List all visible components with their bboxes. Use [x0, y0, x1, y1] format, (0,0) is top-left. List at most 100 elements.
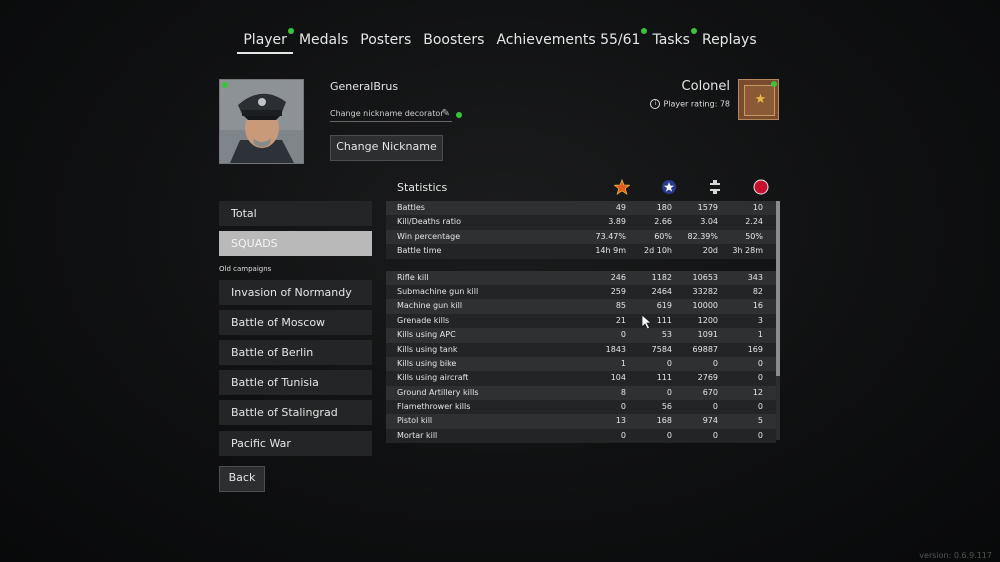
change-nickname-button[interactable]: Change Nickname	[330, 135, 443, 161]
table-row: Pistol kill 13 168 974 5	[386, 414, 776, 429]
tab-boosters[interactable]: Boosters	[417, 30, 490, 52]
table-row: Grenade kills 21 111 1200 3	[386, 313, 776, 329]
tab-label: Tasks	[652, 32, 690, 48]
table-row: Kills using aircraft 104 111 2769 0	[386, 371, 776, 386]
tab-label: Medals	[298, 32, 349, 48]
row-label: Win percentage	[397, 231, 461, 241]
row-label: Grenade kills	[397, 315, 450, 325]
row-value: 343	[747, 272, 763, 282]
top-navigation: Player Medals Posters Boosters Achieveme…	[0, 28, 1000, 54]
table-spacer	[386, 259, 776, 271]
table-row: Kills using APC 0 53 1091 1	[386, 328, 776, 343]
row-label: Kills using aircraft	[397, 373, 469, 383]
officer-portrait-icon	[220, 80, 303, 163]
table-row: Kill/Deaths ratio 3.89 2.66 3.04 2.24	[386, 215, 776, 230]
notification-dot	[771, 81, 777, 87]
statistics-table: Battles 49 180 1579 10 Kill/Deaths ratio 3.89 2…	[386, 201, 776, 444]
statistics-title: Statistics	[397, 181, 448, 194]
tab-tasks[interactable]: Tasks	[646, 28, 697, 52]
statistics-scrollbar[interactable]	[776, 201, 780, 440]
old-campaigns-label: Old campaigns	[219, 265, 272, 273]
table-row: Win percentage 73.47% 60% 82.39% 50%	[386, 229, 776, 245]
row-label: Submachine gun kill	[397, 286, 479, 296]
info-dot-icon	[456, 112, 462, 118]
table-row: Kills using tank 1843 7584 69887 169	[386, 342, 776, 357]
row-value: 3	[757, 315, 763, 325]
rank-badge[interactable]: ★	[738, 79, 779, 120]
player-nickname: GeneralBrus	[330, 80, 399, 93]
row-label: Ground Artillery kills	[397, 387, 479, 397]
usa-star-icon	[662, 180, 676, 194]
tab-label: Achievements 55/61	[496, 32, 641, 48]
tab-posters[interactable]: Posters	[354, 30, 417, 52]
version-text: version: 0.6.9.117	[919, 551, 992, 560]
sidebar-item-squads[interactable]: SQUADS	[219, 231, 372, 256]
sidebar-item-pacific[interactable]: Pacific War	[219, 431, 372, 456]
back-button[interactable]: Back	[219, 466, 265, 492]
table-row: Rifle kill 246 1182 10653 343	[386, 270, 776, 285]
table-row: Ground Artillery kills 8 0 670 12	[386, 385, 776, 401]
rating-text: Player rating: 78	[663, 99, 730, 109]
table-row: Flamethrower kills 0 56 0 0	[386, 400, 776, 415]
row-value: 16	[752, 301, 763, 311]
row-label: Battles	[397, 203, 425, 212]
row-label: Battle time	[397, 246, 442, 256]
info-icon[interactable]: i	[650, 99, 661, 109]
sidebar-item-berlin[interactable]: Battle of Berlin	[219, 340, 372, 365]
row-value: 3h 28m	[732, 246, 763, 256]
tab-achievements[interactable]: Achievements 55/61	[490, 28, 648, 52]
tab-replays[interactable]: Replays	[696, 30, 763, 52]
decorator-label: Change nickname decorator	[330, 109, 444, 118]
table-row: Battles 49 180 1579 10	[386, 201, 776, 216]
player-rating: i Player rating: 78	[600, 99, 730, 109]
notification-dot	[222, 82, 228, 88]
row-label: Mortar kill	[397, 430, 438, 440]
pencil-icon[interactable]: ✎	[442, 108, 450, 119]
row-value: 0	[757, 358, 763, 368]
star-icon: ★	[754, 92, 767, 107]
row-label: Kills using APC	[397, 330, 456, 340]
japan-sun-icon	[753, 179, 769, 195]
table-row: Machine gun kill 85 619 10000 16	[386, 299, 776, 314]
row-value: 82	[752, 286, 763, 296]
row-label: Kill/Deaths ratio	[397, 217, 461, 227]
row-label: Rifle kill	[397, 272, 429, 282]
tab-label: Boosters	[423, 32, 485, 48]
table-row: Submachine gun kill 259 2464 33282 82	[386, 284, 776, 300]
row-label: Flamethrower kills	[397, 402, 471, 412]
row-value: 0	[757, 373, 763, 383]
row-value: 169	[747, 344, 763, 354]
player-avatar[interactable]	[219, 79, 304, 164]
table-row: Mortar kill 0 0 0 0	[386, 428, 776, 444]
row-value: 2.24	[745, 217, 763, 227]
germany-cross-icon	[710, 180, 720, 194]
sidebar-item-stalingrad[interactable]: Battle of Stalingrad	[219, 400, 372, 425]
row-value: 50%	[745, 231, 763, 241]
sidebar-item-normandy[interactable]: Invasion of Normandy	[219, 280, 372, 305]
table-row: Battle time 14h 9m 2d 10h 20d 3h 28m	[386, 244, 776, 259]
tab-player[interactable]: Player	[237, 28, 294, 54]
sidebar-item-moscow[interactable]: Battle of Moscow	[219, 310, 372, 335]
table-row: Kills using bike 1 0 0 0	[386, 356, 776, 372]
row-value: 5	[757, 416, 763, 426]
row-label: Kills using tank	[397, 344, 458, 354]
sidebar-item-total[interactable]: Total	[219, 201, 372, 226]
row-label: Kills using bike	[397, 358, 457, 368]
tab-medals[interactable]: Medals	[293, 30, 354, 52]
row-label: Machine gun kill	[397, 301, 463, 311]
row-value: 0	[757, 430, 763, 440]
rank-title: Colonel	[681, 79, 730, 94]
nickname-decorator-selector[interactable]: Change nickname decorator ✎	[330, 108, 452, 122]
ussr-star-icon	[614, 179, 630, 195]
tab-label: Posters	[360, 32, 412, 48]
row-value: 12	[752, 387, 763, 397]
scrollbar-thumb[interactable]	[776, 201, 780, 376]
rank-insignia: ★	[744, 85, 775, 116]
tab-label: Replays	[701, 32, 757, 48]
tab-label: Player	[243, 32, 287, 48]
row-value: 0	[757, 402, 763, 412]
row-label: Pistol kill	[397, 416, 433, 426]
sidebar-item-tunisia[interactable]: Battle of Tunisia	[219, 370, 372, 395]
row-value: 1	[757, 330, 763, 340]
mouse-cursor-icon	[641, 314, 653, 330]
